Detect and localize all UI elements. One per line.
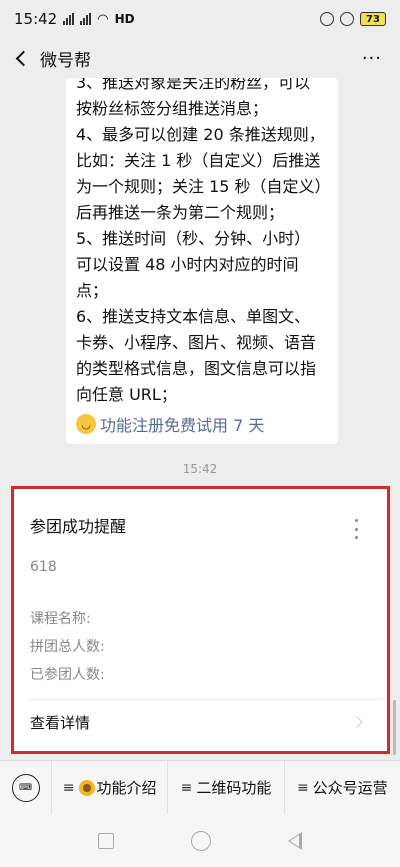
menu-list-icon: ≡ [62,779,75,796]
message-line: 卡券、小程序、图片、视频、语音 [76,333,317,352]
alarm-icon [340,12,354,26]
message-timestamp: 15:42 [182,462,218,476]
view-details-link[interactable]: 查看详情 [30,712,90,733]
status-time: 15:42 [14,10,58,28]
message-line: 4、最多可以创建 20 条推送规则， [76,125,325,144]
keyboard-toggle-button[interactable]: ⌨ [0,760,52,815]
menu-item-label: 二维码功能 [196,779,272,797]
scrollbar[interactable] [393,700,396,755]
trial-link-text: 功能注册免费试用 7 天 [100,416,265,435]
back-button[interactable] [0,38,40,78]
wifi-icon: ◠ [97,11,109,27]
card-title: 参团成功提醒 [30,517,127,536]
page-title: 微号帮 [40,50,91,71]
notification-icon [320,12,334,26]
card-fields: 课程名称: 拼团总人数: 已参团人数: [30,605,105,689]
keyboard-icon: ⌨ [11,773,40,802]
card-more-icon[interactable] [355,519,359,539]
card-value: 618 [30,559,57,575]
field-course-name: 课程名称: [30,611,91,627]
message-line: 5、推送时间（秒、分钟、小时） [76,229,311,248]
sunflower-icon [78,779,95,796]
field-group-total: 拼团总人数: [30,639,105,655]
status-bar: 15:42 ◠ HD 73 [0,0,400,38]
chevron-left-icon [15,50,31,66]
message-line: 为一个规则；关注 15 秒（自定义） [76,177,331,196]
message-line: 的类型格式信息，图文信息可以指 [76,359,317,378]
menu-item-features[interactable]: ≡ 功能介绍 [52,760,169,815]
nav-bar: 微号帮 ··· [0,38,400,78]
message-line: 按粉丝标签分组推送消息； [76,99,269,118]
message-line: 比如：关注 1 秒（自定义）后推送 [76,151,321,170]
menu-item-label: 功能介绍 [96,779,157,797]
menu-list-icon: ≡ [296,779,309,796]
menu-list-icon: ≡ [180,779,193,796]
more-button[interactable]: ··· [362,48,382,69]
back-nav-button[interactable] [287,831,302,850]
trial-link[interactable]: ◡ 功能注册免费试用 7 天 [76,412,264,436]
message-line: 可以设置 48 小时内对应的时间 [76,255,299,274]
card-divider [30,699,387,700]
message-text: 3、推送对象是关注的粉丝，可以 按粉丝标签分组推送消息； 4、最多可以创建 20… [76,78,338,408]
message-bubble: 3、推送对象是关注的粉丝，可以 按粉丝标签分组推送消息； 4、最多可以创建 20… [66,78,338,444]
bottom-menu: ⌨ ≡ 功能介绍 ≡ 二维码功能 ≡ 公众号运营 [0,760,400,815]
template-message-card[interactable]: 参团成功提醒 618 课程名称: 拼团总人数: 已参团人数: 查看详情 [11,486,390,754]
field-joined-count: 已参团人数: [30,667,105,683]
menu-item-operations[interactable]: ≡ 公众号运营 [285,761,400,815]
chevron-right-icon [351,716,363,728]
battery-icon: 73 [360,12,386,26]
signal-icon-2 [80,13,92,25]
menu-item-qrcode[interactable]: ≡ 二维码功能 [168,760,285,815]
system-nav-bar [0,814,400,867]
home-button[interactable] [190,830,211,851]
message-line: 6、推送支持文本信息、单图文、 [76,307,311,326]
network-label: HD [114,12,135,26]
message-line: 向任意 URL； [76,385,177,404]
signal-icon [63,13,75,25]
menu-item-label: 公众号运营 [312,779,388,797]
message-line: 点； [76,281,109,300]
wink-emoji-icon: ◡ [76,414,96,434]
recent-apps-button[interactable] [98,832,115,849]
message-line: 后再推送一条为第二个规则； [76,203,285,222]
message-line: 3、推送对象是关注的粉丝，可以 [76,78,311,92]
